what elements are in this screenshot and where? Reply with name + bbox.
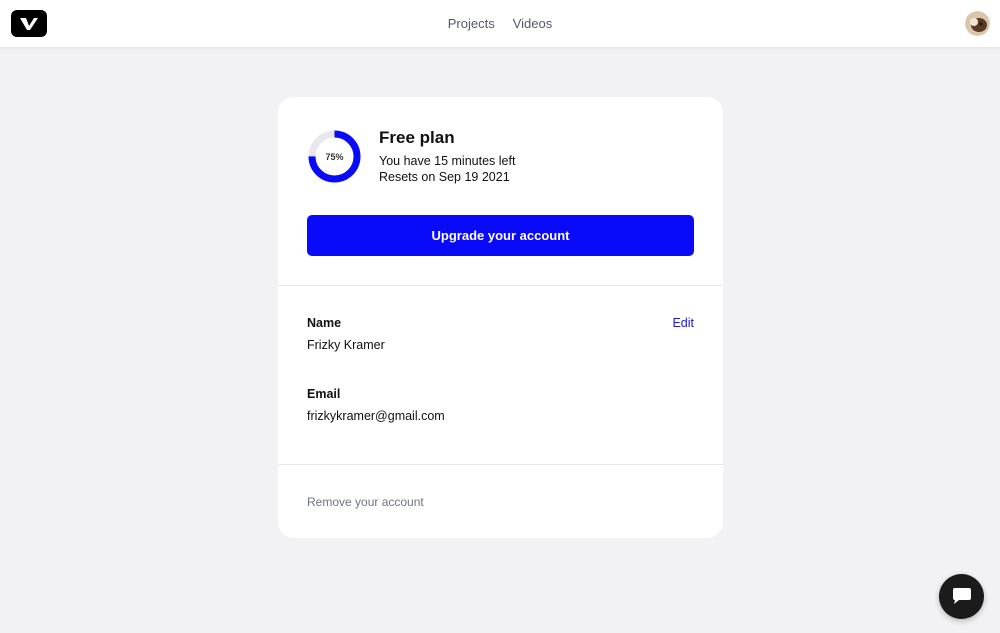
chat-launcher-button[interactable] (939, 574, 984, 619)
top-bar: Projects Videos (0, 0, 1000, 47)
reset-date-text: Resets on Sep 19 2021 (379, 170, 510, 184)
account-card: 75% Free plan You have 15 minutes left R… (278, 97, 723, 538)
email-value: frizkykramer@gmail.com (307, 409, 445, 423)
email-label: Email (307, 387, 341, 401)
chat-bubble-icon (952, 587, 971, 604)
usage-percent: 75% (325, 151, 344, 162)
name-value: Frizky Kramer (307, 338, 385, 352)
remove-account-link[interactable]: Remove your account (307, 495, 424, 509)
upgrade-account-button[interactable]: Upgrade your account (307, 215, 694, 256)
plan-summary: 75% Free plan You have 15 minutes left R… (307, 128, 697, 185)
name-label: Name (307, 316, 342, 330)
nav-videos[interactable]: Videos (513, 16, 553, 31)
main-nav: Projects Videos (0, 0, 1000, 47)
divider (278, 285, 723, 286)
nav-projects[interactable]: Projects (448, 16, 495, 31)
minutes-left-text: You have 15 minutes left (379, 154, 516, 168)
plan-title: Free plan (379, 128, 455, 147)
divider (278, 464, 723, 465)
user-avatar-icon[interactable] (965, 11, 990, 36)
edit-profile-link[interactable]: Edit (672, 316, 694, 330)
